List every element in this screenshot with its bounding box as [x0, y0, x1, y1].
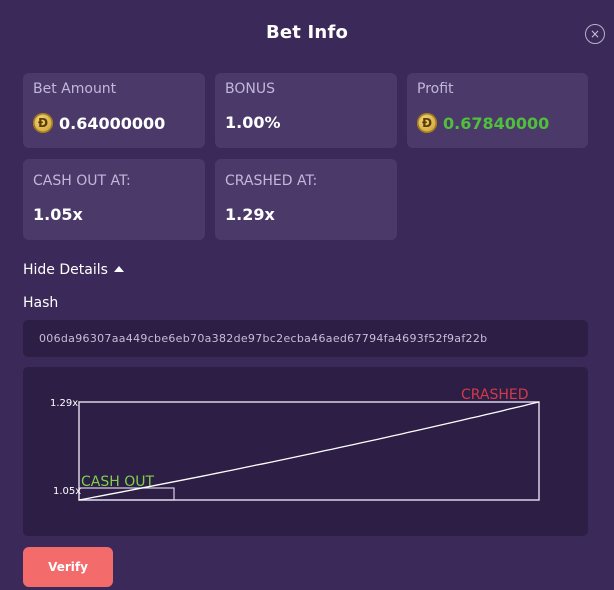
- crash-chart: 1.29x 1.05x CASH OUT CRASHED: [23, 367, 588, 536]
- bet-amount-label: Bet Amount: [33, 81, 117, 97]
- bonus-card: BONUS 1.00%: [215, 73, 397, 148]
- crashed-annotation: CRASHED: [461, 387, 529, 403]
- caret-up-icon: [113, 266, 124, 272]
- profit-card: Profit Ð 0.67840000: [407, 73, 588, 148]
- bonus-label: BONUS: [225, 81, 275, 97]
- profit-value-wrap: Ð 0.67840000: [417, 113, 549, 133]
- modal-title: Bet Info: [265, 22, 349, 43]
- bet-amount-value: 0.64000000: [59, 113, 166, 133]
- crashed-at-label: CRASHED AT:: [225, 173, 318, 189]
- crashed-at-card: CRASHED AT: 1.29x: [215, 159, 397, 240]
- cash-out-annotation: CASH OUT: [81, 474, 154, 490]
- profit-value: 0.67840000: [443, 113, 550, 133]
- verify-button[interactable]: Verify: [23, 547, 113, 587]
- hash-label: Hash: [23, 295, 59, 311]
- crash-chart-svg: 1.29x 1.05x CASH OUT CRASHED: [50, 387, 540, 501]
- hash-value: 006da96307aa449cbe6eb70a382de97bc2ecba46…: [39, 332, 488, 345]
- doge-coin-icon: Ð: [417, 113, 437, 133]
- cash-out-at-card: CASH OUT AT: 1.05x: [23, 159, 205, 240]
- close-icon[interactable]: ×: [585, 24, 605, 44]
- crashed-at-value: 1.29x: [225, 205, 275, 224]
- doge-coin-icon: Ð: [33, 113, 53, 133]
- hash-field[interactable]: 006da96307aa449cbe6eb70a382de97bc2ecba46…: [23, 320, 588, 357]
- bonus-value: 1.00%: [225, 113, 281, 132]
- bet-amount-card: Bet Amount Ð 0.64000000: [23, 73, 205, 148]
- y-tick-label-top: 1.29x: [50, 398, 78, 409]
- cash-out-at-value: 1.05x: [33, 205, 83, 224]
- profit-label: Profit: [417, 81, 454, 97]
- hide-details-toggle[interactable]: Hide Details: [23, 262, 124, 278]
- bet-amount-value-wrap: Ð 0.64000000: [33, 113, 165, 133]
- bet-info-modal: Bet Info × Bet Amount Ð 0.64000000 BONUS…: [0, 0, 614, 590]
- hide-details-label: Hide Details: [23, 262, 108, 278]
- cash-out-at-label: CASH OUT AT:: [33, 173, 131, 189]
- y-tick-label-bottom: 1.05x: [53, 486, 81, 497]
